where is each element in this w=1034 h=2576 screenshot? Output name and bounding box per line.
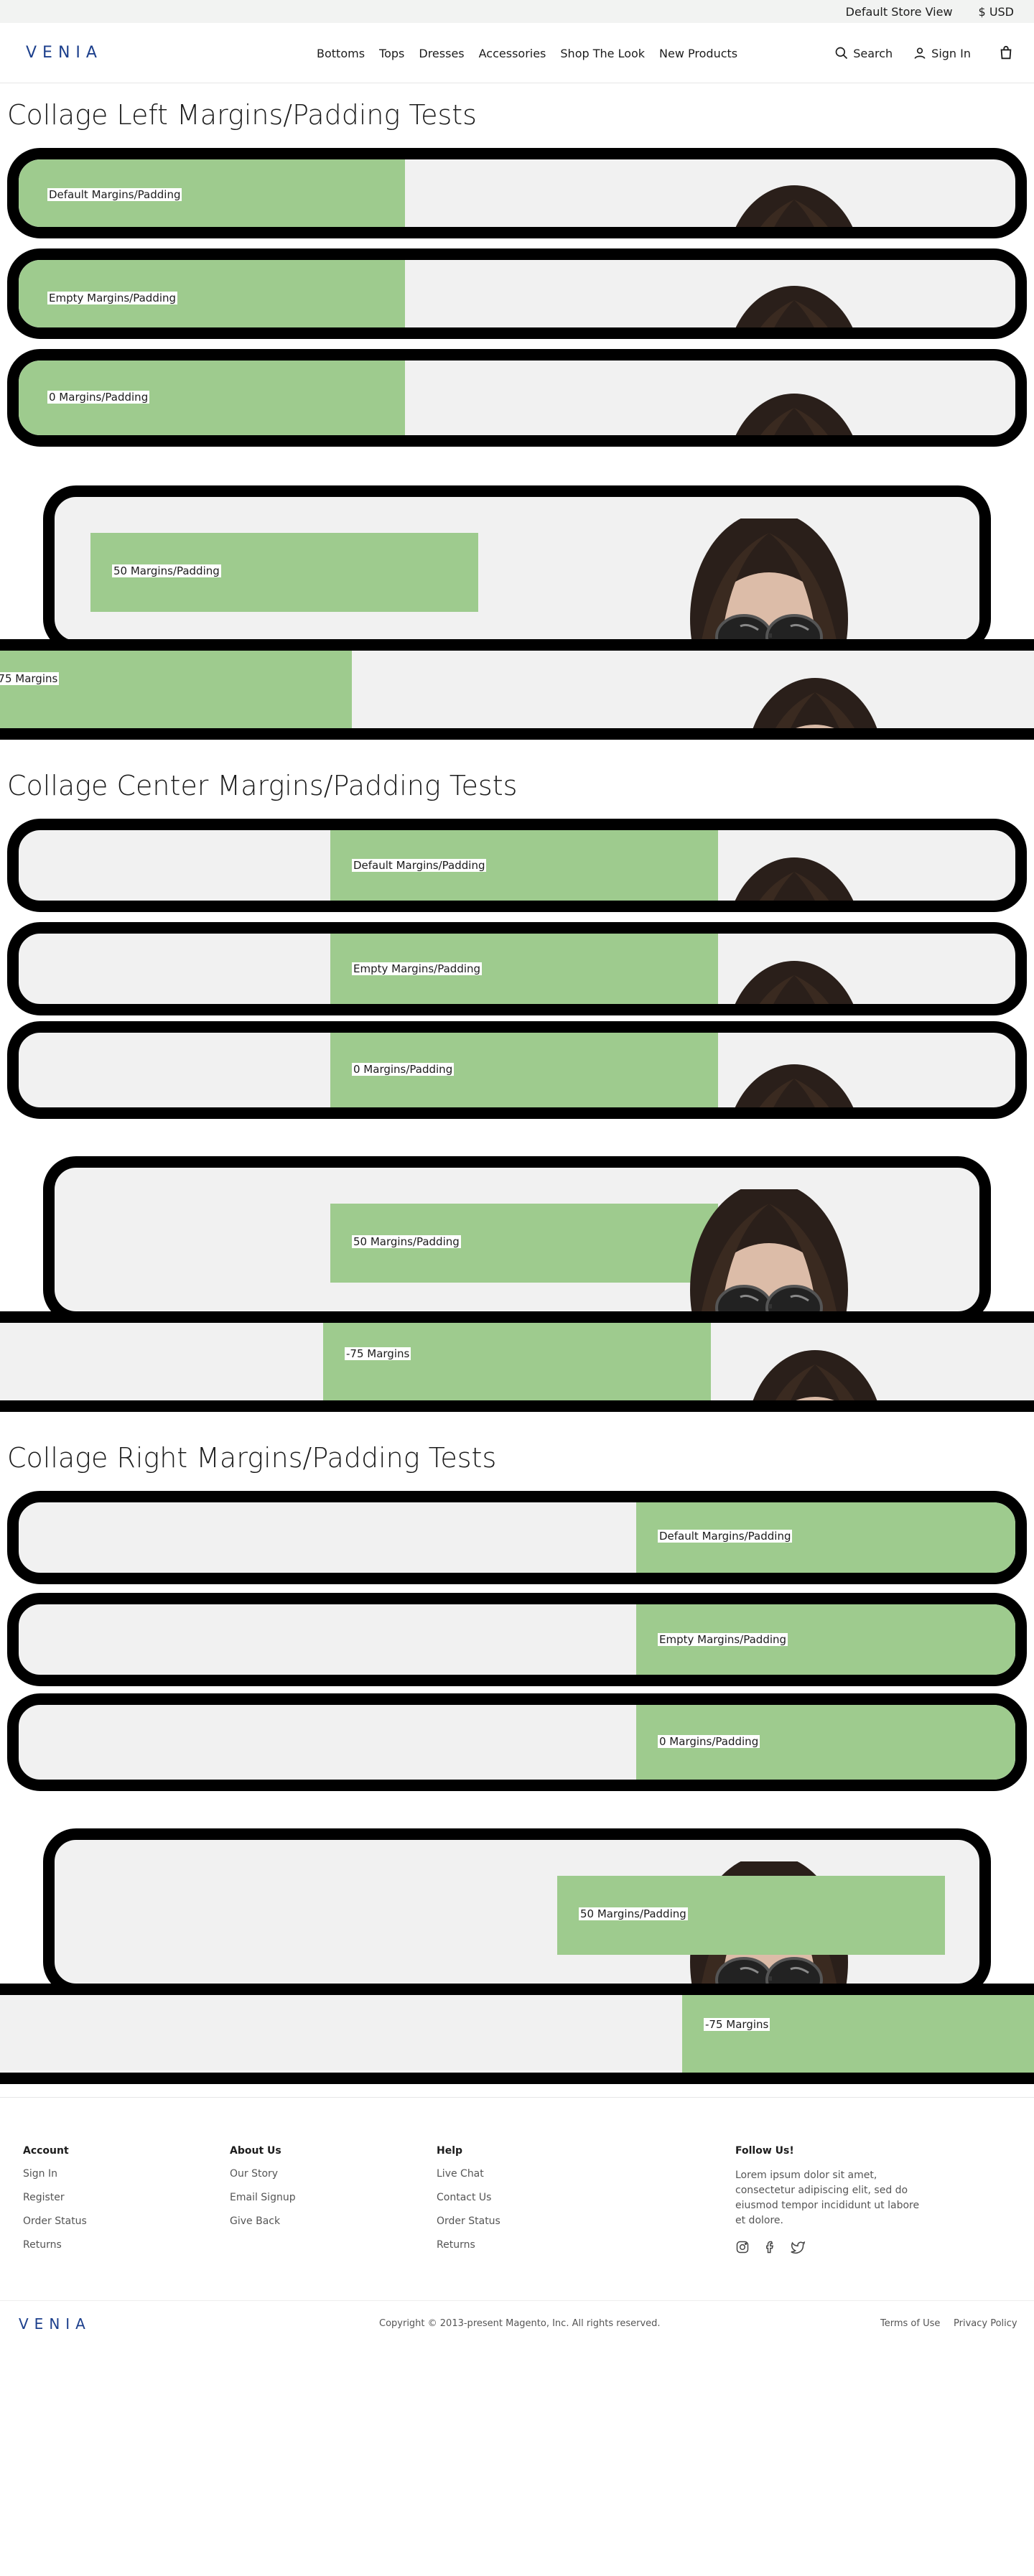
currency-switcher[interactable]: $ USD (979, 5, 1014, 19)
footer-link-our-story[interactable]: Our Story (230, 2168, 296, 2180)
nav-item-shop-the-look[interactable]: Shop The Look (560, 47, 645, 60)
footer-link-returns[interactable]: Returns (23, 2239, 87, 2251)
footer-heading: About Us (230, 2145, 281, 2157)
model-photo (690, 1189, 848, 1311)
venia-logo[interactable]: VENIA (26, 44, 103, 62)
collage-label: Empty Margins/Padding (352, 962, 483, 975)
collage-label: 0 Margins/Padding (658, 1735, 760, 1748)
footer-link-register[interactable]: Register (23, 2192, 87, 2203)
collage-right-empty: Empty Margins/Padding (7, 1593, 1027, 1686)
footer-heading: Account (23, 2145, 69, 2157)
model-photo (747, 678, 883, 728)
copyright: Copyright © 2013-present Magento, Inc. A… (379, 2318, 661, 2329)
collage-label: Empty Margins/Padding (658, 1633, 788, 1646)
facebook-icon[interactable] (763, 2240, 777, 2254)
model-photo (747, 1350, 883, 1400)
nav-item-new-products[interactable]: New Products (659, 47, 737, 60)
model-photo (726, 1064, 862, 1107)
footer-bottom: VENIA Copyright © 2013-present Magento, … (0, 2300, 1034, 2346)
model-photo (726, 185, 862, 227)
collage-center-zero: 0 Margins/Padding (7, 1021, 1027, 1119)
section-title-right: Collage Right Margins/Padding Tests (7, 1442, 497, 1474)
footer-link-order-status[interactable]: Order Status (437, 2215, 500, 2227)
search-button[interactable]: Search (834, 46, 893, 60)
main-nav: Bottoms Tops Dresses Accessories Shop Th… (317, 23, 737, 83)
collage-label: -75 Margins (0, 672, 60, 685)
footer-link-order-status[interactable]: Order Status (23, 2215, 87, 2227)
collage-center-fifty: 50 Margins/Padding (43, 1156, 991, 1323)
collage-label: Default Margins/Padding (658, 1530, 793, 1543)
section-title-center: Collage Center Margins/Padding Tests (7, 770, 518, 801)
collage-content-box (682, 1995, 1034, 2073)
footer-heading: Help (437, 2145, 463, 2157)
footer-link-live-chat[interactable]: Live Chat (437, 2168, 500, 2180)
model-photo (690, 519, 848, 641)
footer-account: Account Sign In Register Order Status Re… (23, 2145, 87, 2263)
privacy-link[interactable]: Privacy Policy (954, 2318, 1017, 2329)
footer-heading: Follow Us! (735, 2145, 794, 2157)
nav-item-dresses[interactable]: Dresses (419, 47, 464, 60)
collage-label: 0 Margins/Padding (47, 391, 150, 404)
collage-label: Default Margins/Padding (47, 188, 182, 201)
model-photo (726, 286, 862, 327)
search-label: Search (853, 46, 893, 60)
collage-left-default: Default Margins/Padding (7, 148, 1027, 238)
site-header: VENIA Bottoms Tops Dresses Accessories S… (0, 23, 1034, 83)
collage-label: -75 Margins (345, 1347, 411, 1360)
store-switcher[interactable]: Default Store View (846, 5, 953, 19)
signin-button[interactable]: Sign In (913, 46, 971, 60)
collage-left-neg75: -75 Margins (0, 639, 1034, 740)
search-icon (835, 47, 848, 60)
collage-label: Empty Margins/Padding (47, 292, 178, 304)
nav-item-accessories[interactable]: Accessories (479, 47, 546, 60)
footer-about: About Us Our Story Email Signup Give Bac… (230, 2145, 296, 2239)
footer-link-contact-us[interactable]: Contact Us (437, 2192, 500, 2203)
collage-label: 0 Margins/Padding (352, 1063, 455, 1076)
nav-item-bottoms[interactable]: Bottoms (317, 47, 365, 60)
collage-left-zero: 0 Margins/Padding (7, 349, 1027, 447)
nav-item-tops[interactable]: Tops (379, 47, 404, 60)
model-photo (726, 857, 862, 901)
collage-label: Default Margins/Padding (352, 859, 487, 872)
collage-center-empty: Empty Margins/Padding (7, 922, 1027, 1015)
footer-follow: Follow Us! Lorem ipsum dolor sit amet, c… (735, 2145, 922, 2254)
section-title-left: Collage Left Margins/Padding Tests (7, 99, 477, 131)
cart-button[interactable] (998, 45, 1014, 61)
footer-follow-text: Lorem ipsum dolor sit amet, consectetur … (735, 2170, 920, 2226)
header-actions: Search Sign In (834, 23, 1014, 83)
collage-right-neg75: -75 Margins (0, 1984, 1034, 2084)
collage-right-fifty: 50 Margins/Padding (43, 1828, 991, 1995)
footer-link-sign-in[interactable]: Sign In (23, 2168, 87, 2180)
collage-left-empty: Empty Margins/Padding (7, 248, 1027, 339)
collage-content-box (323, 1323, 711, 1400)
utility-bar: Default Store View $ USD (0, 0, 1034, 23)
collage-right-default: Default Margins/Padding (7, 1491, 1027, 1584)
collage-content-box (0, 651, 352, 728)
model-photo (726, 394, 862, 435)
collage-center-neg75: -75 Margins (0, 1311, 1034, 1412)
collage-label: 50 Margins/Padding (112, 564, 221, 577)
social-links (735, 2240, 922, 2254)
site-footer: Account Sign In Register Order Status Re… (0, 2097, 1034, 2333)
collage-left-fifty: 50 Margins/Padding (43, 485, 991, 652)
user-icon (914, 47, 926, 59)
footer-link-returns[interactable]: Returns (437, 2239, 500, 2251)
footer-logo[interactable]: VENIA (19, 2315, 91, 2333)
twitter-icon[interactable] (790, 2240, 806, 2254)
cart-icon (1000, 45, 1012, 60)
collage-label: 50 Margins/Padding (352, 1235, 461, 1248)
terms-link[interactable]: Terms of Use (880, 2318, 940, 2329)
collage-right-zero: 0 Margins/Padding (7, 1693, 1027, 1791)
model-photo (726, 961, 862, 1004)
collage-center-default: Default Margins/Padding (7, 819, 1027, 912)
instagram-icon[interactable] (735, 2240, 750, 2254)
collage-label: -75 Margins (704, 2018, 770, 2031)
collage-label: 50 Margins/Padding (579, 1907, 688, 1920)
signin-label: Sign In (931, 46, 971, 60)
footer-help: Help Live Chat Contact Us Order Status R… (437, 2145, 500, 2263)
footer-link-give-back[interactable]: Give Back (230, 2215, 296, 2227)
footer-link-email-signup[interactable]: Email Signup (230, 2192, 296, 2203)
